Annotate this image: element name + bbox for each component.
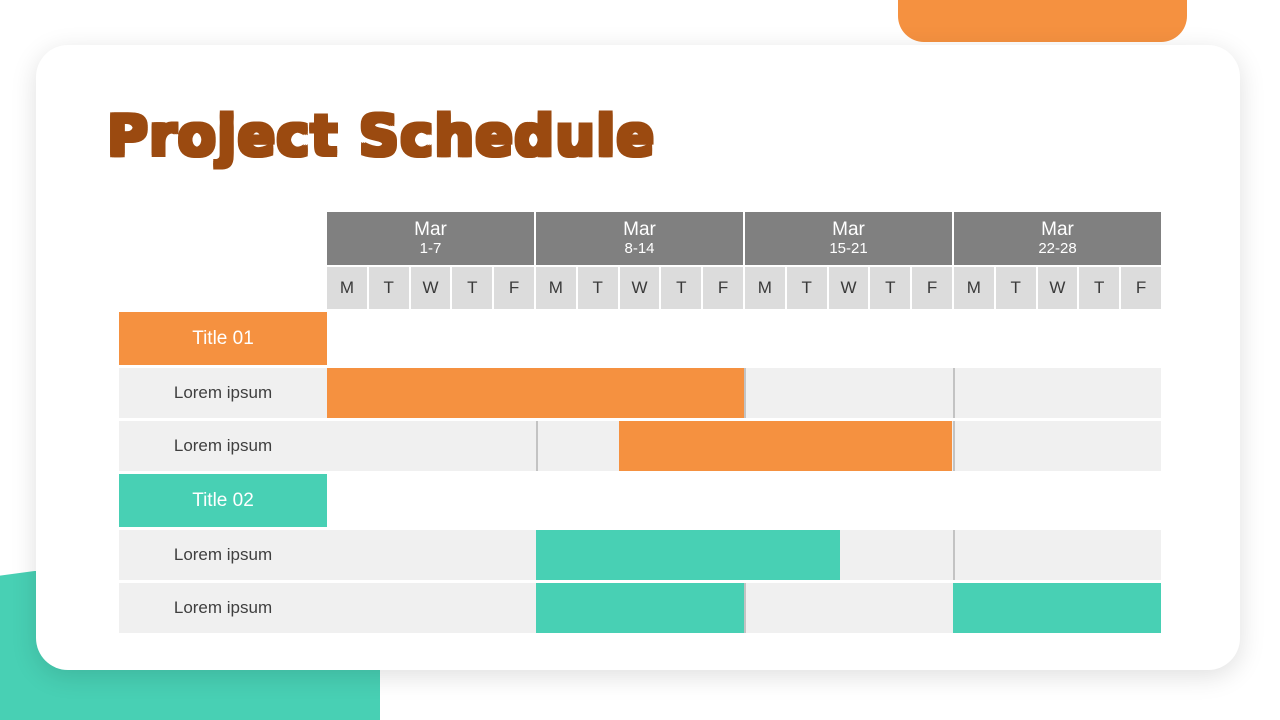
day-header-cell: T [786, 267, 829, 309]
gantt-task-row: Lorem ipsum [119, 530, 1161, 580]
gantt-group-label[interactable]: Title 02 [119, 474, 327, 527]
week-header-cell: Mar 8-14 [536, 212, 745, 265]
day-header-cell: T [452, 267, 495, 309]
gantt-task-row: Lorem ipsum [119, 421, 1161, 471]
day-header-cell: T [870, 267, 913, 309]
gantt-header: Mar 1-7 Mar 8-14 Mar 15-21 Mar 22-28 [119, 212, 1161, 265]
day-header-cell: M [535, 267, 578, 309]
gantt-group-row: Title 01 [119, 312, 1161, 365]
gantt-bar[interactable] [327, 368, 744, 418]
day-header-cell: F [1121, 267, 1161, 309]
label-column-spacer [119, 212, 327, 265]
week-range-label: 22-28 [1038, 239, 1077, 257]
gantt-row-track [327, 312, 1161, 365]
day-header-row: MTWTFMTWTFMTWTFMTWTF [327, 267, 1161, 309]
gantt-task-label[interactable]: Lorem ipsum [119, 421, 327, 471]
week-header-row: Mar 1-7 Mar 8-14 Mar 15-21 Mar 22-28 [327, 212, 1161, 265]
week-divider [952, 368, 955, 418]
day-header-cell: F [912, 267, 954, 309]
label-column-spacer-2 [119, 265, 327, 309]
gantt-row-track [327, 530, 1161, 580]
week-range-label: 1-7 [419, 239, 442, 257]
week-header-cell: Mar 15-21 [745, 212, 954, 265]
day-header-cell: F [703, 267, 745, 309]
gantt-group-row: Title 02 [119, 474, 1161, 527]
week-range-label: 8-14 [624, 239, 655, 257]
day-header-cell: W [1037, 267, 1080, 309]
day-header-cell: W [619, 267, 662, 309]
gantt-task-label[interactable]: Lorem ipsum [119, 368, 327, 418]
day-header-cell: T [1079, 267, 1122, 309]
day-header-cell: M [744, 267, 787, 309]
week-divider [952, 421, 955, 471]
gantt-task-row: Lorem ipsum [119, 583, 1161, 633]
gantt-bar[interactable] [535, 583, 744, 633]
week-divider [744, 368, 746, 418]
slide-canvas: Project Schedule Mar 1-7 Mar 8-14 Mar 15-21 Ma… [0, 0, 1280, 720]
week-header-cell: Mar 1-7 [327, 212, 536, 265]
day-header-cell: T [995, 267, 1038, 309]
gantt-row-track [327, 421, 1161, 471]
week-month-label: Mar [414, 219, 447, 241]
week-month-label: Mar [623, 219, 656, 241]
week-divider [744, 583, 746, 633]
gantt-bar[interactable] [618, 421, 953, 471]
day-header-cell: F [494, 267, 536, 309]
day-header-cell: W [410, 267, 453, 309]
week-month-label: Mar [832, 219, 865, 241]
week-range-label: 15-21 [829, 239, 868, 257]
gantt-day-header: MTWTFMTWTFMTWTFMTWTF [119, 265, 1161, 309]
gantt-task-row: Lorem ipsum [119, 368, 1161, 418]
gantt-task-label[interactable]: Lorem ipsum [119, 530, 327, 580]
day-header-cell: T [661, 267, 704, 309]
decorative-orange-shape [898, 0, 1187, 42]
gantt-row-track [327, 474, 1161, 527]
page-title: Project Schedule [107, 104, 656, 169]
gantt-row-track [327, 368, 1161, 418]
gantt-rows: Title 01 Lorem ipsum Lorem ipsum Title 02 Lo… [119, 312, 1161, 633]
day-header-cell: W [828, 267, 871, 309]
gantt-group-label[interactable]: Title 01 [119, 312, 327, 365]
gantt-row-track [327, 583, 1161, 633]
day-header-cell: T [577, 267, 620, 309]
day-header-cell: M [953, 267, 996, 309]
gantt-bar[interactable] [952, 583, 1161, 633]
gantt-chart: Mar 1-7 Mar 8-14 Mar 15-21 Mar 22-28 MTWTFMTWTF… [119, 212, 1161, 636]
gantt-task-label[interactable]: Lorem ipsum [119, 583, 327, 633]
week-divider [535, 421, 538, 471]
day-header-cell: T [368, 267, 411, 309]
week-divider [952, 530, 955, 580]
day-header-cell: M [327, 267, 369, 309]
gantt-bar[interactable] [535, 530, 840, 580]
week-header-cell: Mar 22-28 [954, 212, 1161, 265]
week-month-label: Mar [1041, 219, 1074, 241]
